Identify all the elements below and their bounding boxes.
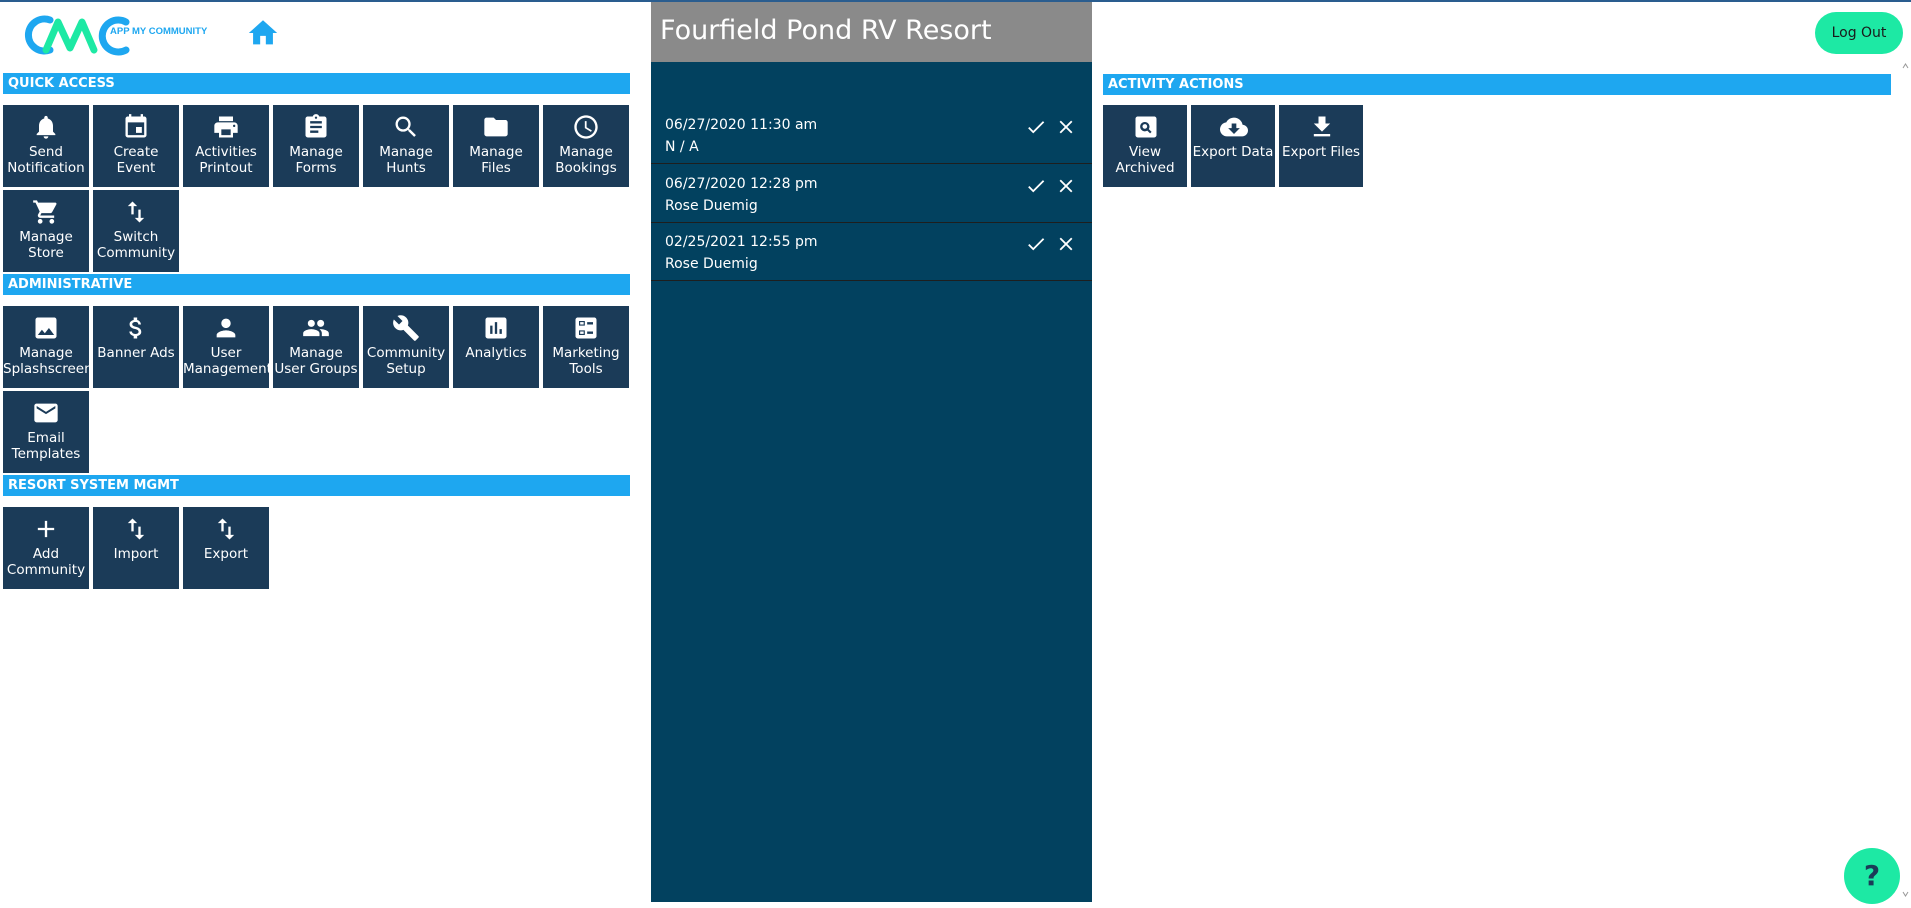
help-button[interactable]: ? [1844,848,1900,904]
manage-user-groups-button[interactable]: Manage User Groups [273,306,359,388]
tile-label: Activities Printout [195,144,257,176]
tile-label: Create Event [113,144,159,176]
manage-files-button[interactable]: Manage Files [453,105,539,187]
checklist-icon [575,317,597,339]
tile-label: Add Community [6,546,86,578]
manage-forms-button[interactable]: Manage Forms [273,105,359,187]
log-out-button[interactable]: Log Out [1815,12,1903,54]
tile-label: Manage User Groups [274,345,358,377]
manage-store-button[interactable]: Manage Store [3,190,89,272]
tile-label: User Management [183,345,269,377]
swap-icon [127,201,145,223]
community-title: Fourfield Pond RV Resort [651,2,1092,62]
request-row[interactable]: 02/25/2021 12:55 pm Rose Duemig [651,223,1092,281]
reject-close-icon[interactable] [1055,175,1077,197]
email-templates-button[interactable]: Email Templates [3,391,89,473]
export-button[interactable]: Export [183,507,269,589]
page-scrollbar[interactable] [1900,60,1911,900]
tile-label: Export Files [1281,144,1361,160]
tile-label: View Archived [1115,144,1175,176]
tile-label: Manage Store [19,229,73,261]
approve-check-icon[interactable] [1025,233,1047,255]
request-date: 02/25/2021 12:55 pm [665,234,818,250]
quick-access-header: QUICK ACCESS [3,73,630,94]
mail-icon [34,403,58,423]
tile-label: Manage Bookings [555,144,617,176]
tile-label: Email Templates [11,430,81,462]
export-arrows-icon [217,518,235,540]
request-name: Rose Duemig [665,256,758,272]
manage-splashscreen-button[interactable]: Manage Splashscreen [3,306,89,388]
tile-label: Send Notification [7,144,85,176]
manage-hunts-button[interactable]: Manage Hunts [363,105,449,187]
wrench-icon [393,315,419,341]
export-data-button[interactable]: Export Data [1191,105,1275,187]
approve-check-icon[interactable] [1025,175,1047,197]
manage-bookings-button[interactable]: Manage Bookings [543,105,629,187]
reject-close-icon[interactable] [1055,116,1077,138]
switch-community-button[interactable]: Switch Community [93,190,179,272]
clock-icon [574,115,598,139]
people-icon [303,319,329,337]
user-management-button[interactable]: User Management [183,306,269,388]
export-files-button[interactable]: Export Files [1279,105,1363,187]
import-button[interactable]: Import [93,507,179,589]
request-row[interactable]: 06/27/2020 12:28 pm Rose Duemig [651,165,1092,223]
reject-close-icon[interactable] [1055,233,1077,255]
bar-chart-icon [485,317,507,339]
tile-label: Manage Splashscreen [3,345,89,377]
resort-system-mgmt-header: RESORT SYSTEM MGMT [3,475,630,496]
tile-label: Manage Hunts [379,144,433,176]
tile-label: Manage Forms [289,144,343,176]
request-date: 06/27/2020 11:30 am [665,117,818,133]
cloud-download-icon [1220,117,1248,137]
approve-check-icon[interactable] [1025,116,1047,138]
request-name: N / A [665,139,699,155]
view-archived-button[interactable]: View Archived [1103,105,1187,187]
activity-actions-header: ACTIVITY ACTIONS [1103,74,1891,95]
requests-panel: Fourfield Pond RV Resort 06/27/2020 11:3… [651,2,1092,902]
tile-label: Switch Community [96,229,176,261]
dollar-icon [129,317,142,339]
administrative-header: ADMINISTRATIVE [3,274,630,295]
tile-label: Community Setup [366,345,446,377]
archive-search-icon [1135,116,1157,138]
folder-icon [484,117,508,137]
logo-text: APP MY COMMUNITY [110,26,208,37]
marketing-tools-button[interactable]: Marketing Tools [543,306,629,388]
cart-icon [33,200,57,224]
tile-label: Manage Files [469,144,523,176]
import-arrows-icon [127,518,145,540]
add-community-button[interactable]: Add Community [3,507,89,589]
plus-icon [37,520,55,538]
bell-icon [36,115,56,139]
community-setup-button[interactable]: Community Setup [363,306,449,388]
app-my-community-logo[interactable]: APP MY COMMUNITY [14,12,229,58]
analytics-button[interactable]: Analytics [453,306,539,388]
request-row[interactable]: 06/27/2020 11:30 am N / A [651,106,1092,164]
calendar-icon [125,114,147,138]
tile-label: Export [203,546,249,562]
create-event-button[interactable]: Create Event [93,105,179,187]
tile-label: Banner Ads [97,345,175,361]
banner-ads-button[interactable]: Banner Ads [93,306,179,388]
printer-icon [214,116,238,138]
tile-label: Analytics [465,345,527,361]
tile-label: Marketing Tools [552,345,620,377]
request-date: 06/27/2020 12:28 pm [665,176,818,192]
download-icon [1313,116,1331,137]
clipboard-icon [305,114,327,138]
tile-label: Import [113,546,159,562]
activities-printout-button[interactable]: Activities Printout [183,105,269,187]
home-icon[interactable] [244,16,282,50]
request-name: Rose Duemig [665,198,758,214]
image-icon [35,317,57,339]
tile-label: Export Data [1192,144,1274,160]
search-icon [395,116,416,137]
person-icon [216,318,236,338]
send-notification-button[interactable]: Send Notification [3,105,89,187]
